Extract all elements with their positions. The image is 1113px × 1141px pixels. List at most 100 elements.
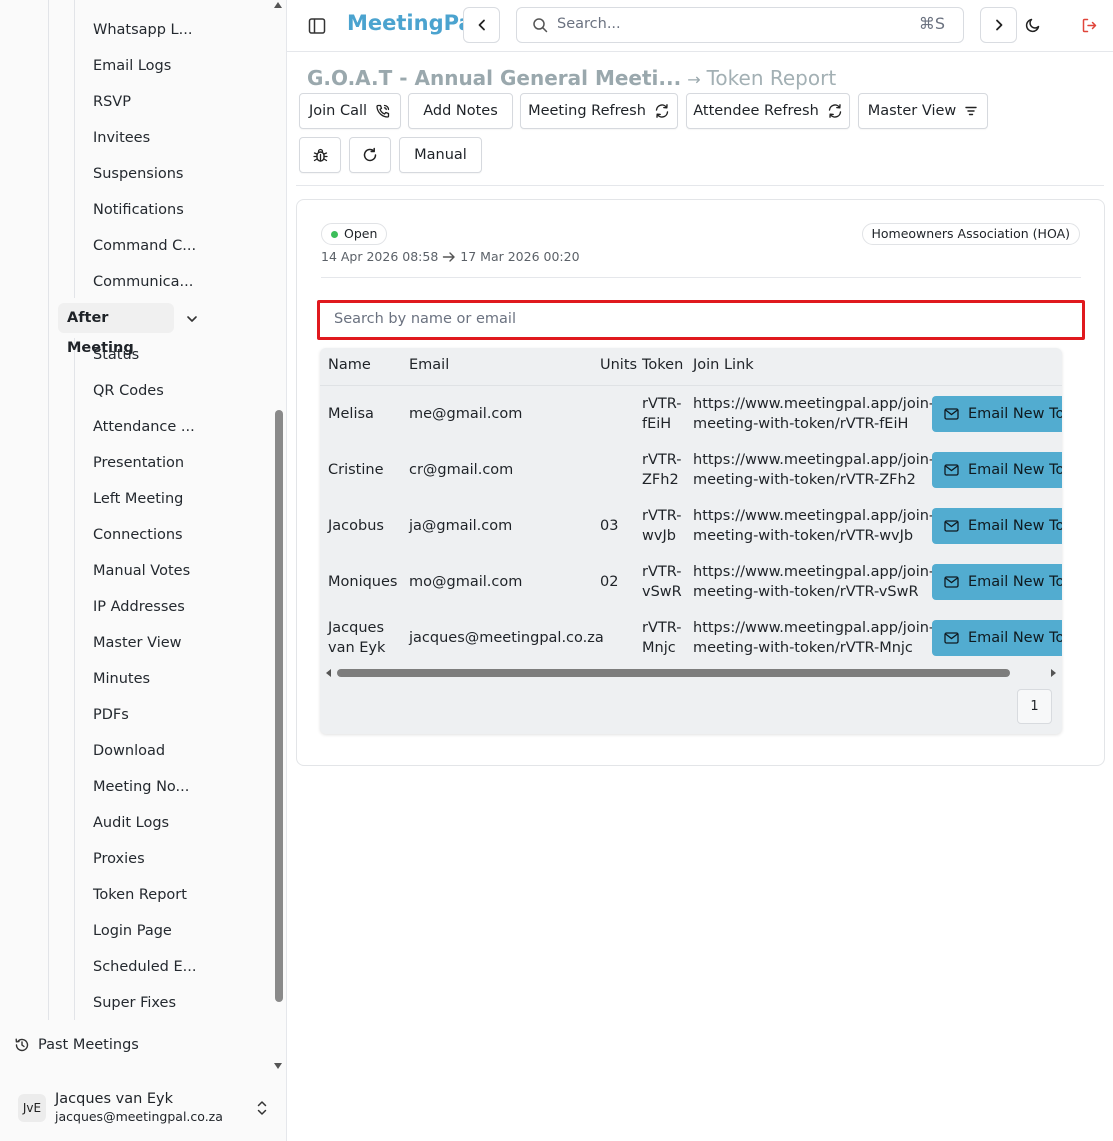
sidebar-item-minutes[interactable]: Minutes <box>93 664 150 694</box>
sidebar-item-scheduled-emails[interactable]: Scheduled E... <box>93 952 196 982</box>
manual-button[interactable]: Manual <box>399 137 482 173</box>
meeting-refresh-label: Meeting Refresh <box>528 103 646 119</box>
table-row: Melisa me@gmail.com rVTR-fEiH https://ww… <box>320 386 1062 442</box>
join-link-part: https://www.meetingpal.app/join- <box>693 396 935 412</box>
sidebar-item-meeting-notes[interactable]: Meeting No... <box>93 772 189 802</box>
sidebar-group-after-meeting[interactable]: After Meeting <box>58 303 174 356</box>
column-header-name[interactable]: Name <box>328 357 371 373</box>
cell-email: cr@gmail.com <box>409 462 514 478</box>
sidebar-item-presentation[interactable]: Presentation <box>93 448 184 478</box>
chevron-up-down-icon[interactable] <box>254 1099 270 1117</box>
refresh-icon <box>655 104 669 118</box>
column-header-token[interactable]: Token <box>642 357 683 373</box>
mail-icon <box>944 576 959 588</box>
sidebar-item-past-meetings[interactable]: Past Meetings <box>14 1031 139 1059</box>
scroll-down-arrow-icon[interactable] <box>274 1063 282 1069</box>
breadcrumb-meeting-title[interactable]: G.O.A.T - Annual General Meeti... <box>307 66 681 90</box>
meeting-refresh-button[interactable]: Meeting Refresh <box>520 93 678 129</box>
table-horizontal-scrollbar[interactable] <box>320 666 1062 680</box>
scroll-left-arrow-icon[interactable] <box>326 669 331 677</box>
column-header-units[interactable]: Units <box>600 357 637 373</box>
sidebar-item-suspensions[interactable]: Suspensions <box>93 159 183 189</box>
theme-toggle-button[interactable] <box>1022 14 1044 36</box>
sidebar-item-command-centre[interactable]: Command C... <box>93 231 196 261</box>
search-input[interactable]: Search by name or email <box>317 300 1085 340</box>
table-scroll-thumb[interactable] <box>337 669 1010 677</box>
sidebar-toggle-button[interactable] <box>305 14 329 38</box>
sidebar-item-left-meeting[interactable]: Left Meeting <box>93 484 183 514</box>
sidebar-item-attendance[interactable]: Attendance ... <box>93 412 195 442</box>
sidebar-item-manual-votes[interactable]: Manual Votes <box>93 556 190 586</box>
mail-icon <box>944 632 959 644</box>
sidebar-item-download[interactable]: Download <box>93 736 165 766</box>
sidebar-item-connections[interactable]: Connections <box>93 520 183 550</box>
email-new-token-button[interactable]: Email New Tok <box>932 396 1062 432</box>
logout-button[interactable] <box>1078 14 1100 36</box>
add-notes-button[interactable]: Add Notes <box>408 93 513 129</box>
sidebar-item-notifications[interactable]: Notifications <box>93 195 184 225</box>
email-new-token-button[interactable]: Email New Tok <box>932 620 1062 656</box>
token-part: Mnjc <box>642 640 676 656</box>
email-new-token-button[interactable]: Email New Tok <box>932 452 1062 488</box>
sidebar-item-audit-logs[interactable]: Audit Logs <box>93 808 169 838</box>
user-menu[interactable]: JvE Jacques van Eyk jacques@meetingpal.c… <box>14 1088 276 1130</box>
cell-join-link[interactable]: https://www.meetingpal.app/join-meeting-… <box>693 394 934 434</box>
master-view-button[interactable]: Master View <box>858 93 988 129</box>
email-new-token-button[interactable]: Email New Tok <box>932 564 1062 600</box>
cell-join-link[interactable]: https://www.meetingpal.app/join-meeting-… <box>693 450 934 490</box>
cell-email: ja@gmail.com <box>409 518 513 534</box>
scroll-right-arrow-icon[interactable] <box>1051 669 1056 677</box>
cell-token: rVTR-fEiH <box>642 394 681 434</box>
attendee-refresh-label: Attendee Refresh <box>693 103 819 119</box>
manual-label: Manual <box>414 147 467 163</box>
sidebar-item-master-view[interactable]: Master View <box>93 628 182 658</box>
sidebar-item-status[interactable]: Status <box>93 340 139 370</box>
global-search[interactable]: Search... ⌘S <box>516 7 964 43</box>
sidebar-nav: Whatsapp L... Email Logs RSVP Invitees S… <box>0 0 272 1030</box>
status-label: Open <box>344 226 378 241</box>
join-call-button[interactable]: Join Call <box>299 93 401 129</box>
cell-join-link[interactable]: https://www.meetingpal.app/join-meeting-… <box>693 506 934 546</box>
sidebar-item-whatsapp-logs[interactable]: Whatsapp L... <box>93 15 192 45</box>
phone-call-icon <box>376 104 390 118</box>
back-button[interactable] <box>463 7 500 43</box>
reload-button[interactable] <box>349 137 391 173</box>
scroll-up-arrow-icon[interactable] <box>274 2 282 8</box>
sidebar-item-communications[interactable]: Communica... <box>93 267 193 297</box>
email-new-token-button[interactable]: Email New Tok <box>932 508 1062 544</box>
table-row: Moniques mo@gmail.com 02 rVTR-vSwR https… <box>320 554 1062 610</box>
attendee-refresh-button[interactable]: Attendee Refresh <box>686 93 850 129</box>
sidebar-item-super-fixes[interactable]: Super Fixes <box>93 988 176 1018</box>
column-header-join-link[interactable]: Join Link <box>693 357 754 373</box>
forward-button[interactable] <box>980 7 1017 43</box>
cell-email: mo@gmail.com <box>409 574 523 590</box>
status-badge: Open <box>321 223 388 245</box>
page-title: Token Report <box>706 66 837 90</box>
token-part: rVTR- <box>642 396 682 412</box>
sidebar-item-rsvp[interactable]: RSVP <box>93 87 131 117</box>
sidebar-item-pdfs[interactable]: PDFs <box>93 700 129 730</box>
sidebar-item-proxies[interactable]: Proxies <box>93 844 145 874</box>
cell-token: rVTR-wvJb <box>642 506 681 546</box>
token-table: Name Email Units Token Join Link Melisa … <box>320 348 1062 734</box>
sidebar-item-login-page[interactable]: Login Page <box>93 916 172 946</box>
token-part: wvJb <box>642 528 676 544</box>
join-link-part: meeting-with-token/rVTR-fEiH <box>693 416 909 432</box>
brand-logo[interactable]: MeetingPal <box>347 11 480 35</box>
column-header-email[interactable]: Email <box>409 357 449 373</box>
cell-join-link[interactable]: https://www.meetingpal.app/join-meeting-… <box>693 618 934 658</box>
debug-button[interactable] <box>299 137 341 173</box>
join-link-part: meeting-with-token/rVTR-Mnjc <box>693 640 913 656</box>
join-link-part: https://www.meetingpal.app/join- <box>693 508 935 524</box>
sidebar-item-ip-addresses[interactable]: IP Addresses <box>93 592 185 622</box>
pagination-page-button[interactable]: 1 <box>1017 689 1052 724</box>
sidebar-item-email-logs[interactable]: Email Logs <box>93 51 171 81</box>
sidebar-scroll-thumb[interactable] <box>275 410 283 1002</box>
add-notes-label: Add Notes <box>423 103 498 119</box>
sidebar-item-token-report[interactable]: Token Report <box>93 880 187 910</box>
sidebar-item-invitees[interactable]: Invitees <box>93 123 150 153</box>
join-link-part: https://www.meetingpal.app/join- <box>693 564 935 580</box>
cell-join-link[interactable]: https://www.meetingpal.app/join-meeting-… <box>693 562 934 602</box>
chevron-down-icon[interactable] <box>184 311 200 327</box>
sidebar-item-qr-codes[interactable]: QR Codes <box>93 376 164 406</box>
